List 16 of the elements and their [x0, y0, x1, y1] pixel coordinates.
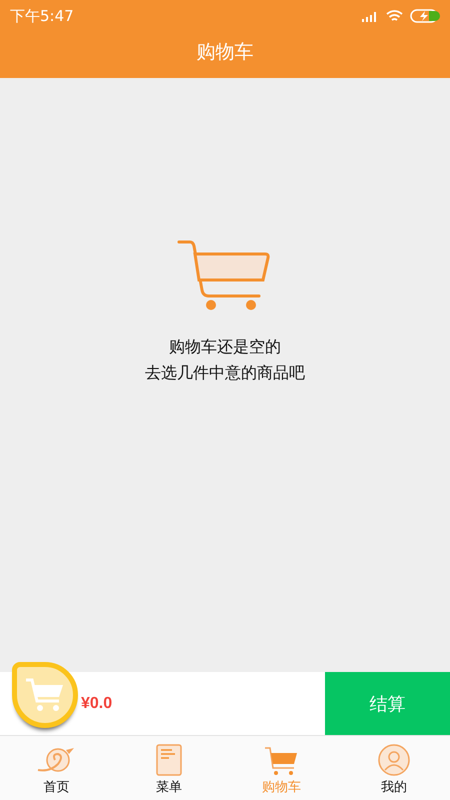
- cart-icon: [25, 677, 65, 713]
- page-title: 购物车: [196, 40, 254, 65]
- tab-item[interactable]: 我的: [338, 736, 450, 800]
- document-icon: [156, 744, 182, 776]
- empty-message: 去选几件中意的商品吧: [145, 362, 305, 384]
- battery-icon: [410, 9, 440, 23]
- signal-icon: [362, 10, 379, 22]
- wifi-icon: [386, 10, 403, 22]
- user-icon: [378, 744, 410, 776]
- tab-item[interactable]: 首页: [0, 736, 112, 800]
- cart-total: ¥0.0: [81, 694, 112, 712]
- cart-icon: [264, 746, 298, 776]
- tab-item[interactable]: 菜单: [112, 736, 225, 800]
- empty-message: 购物车还是空的: [168, 336, 282, 358]
- cart-badge[interactable]: [12, 662, 78, 728]
- status-time: 下午5:47: [10, 6, 74, 26]
